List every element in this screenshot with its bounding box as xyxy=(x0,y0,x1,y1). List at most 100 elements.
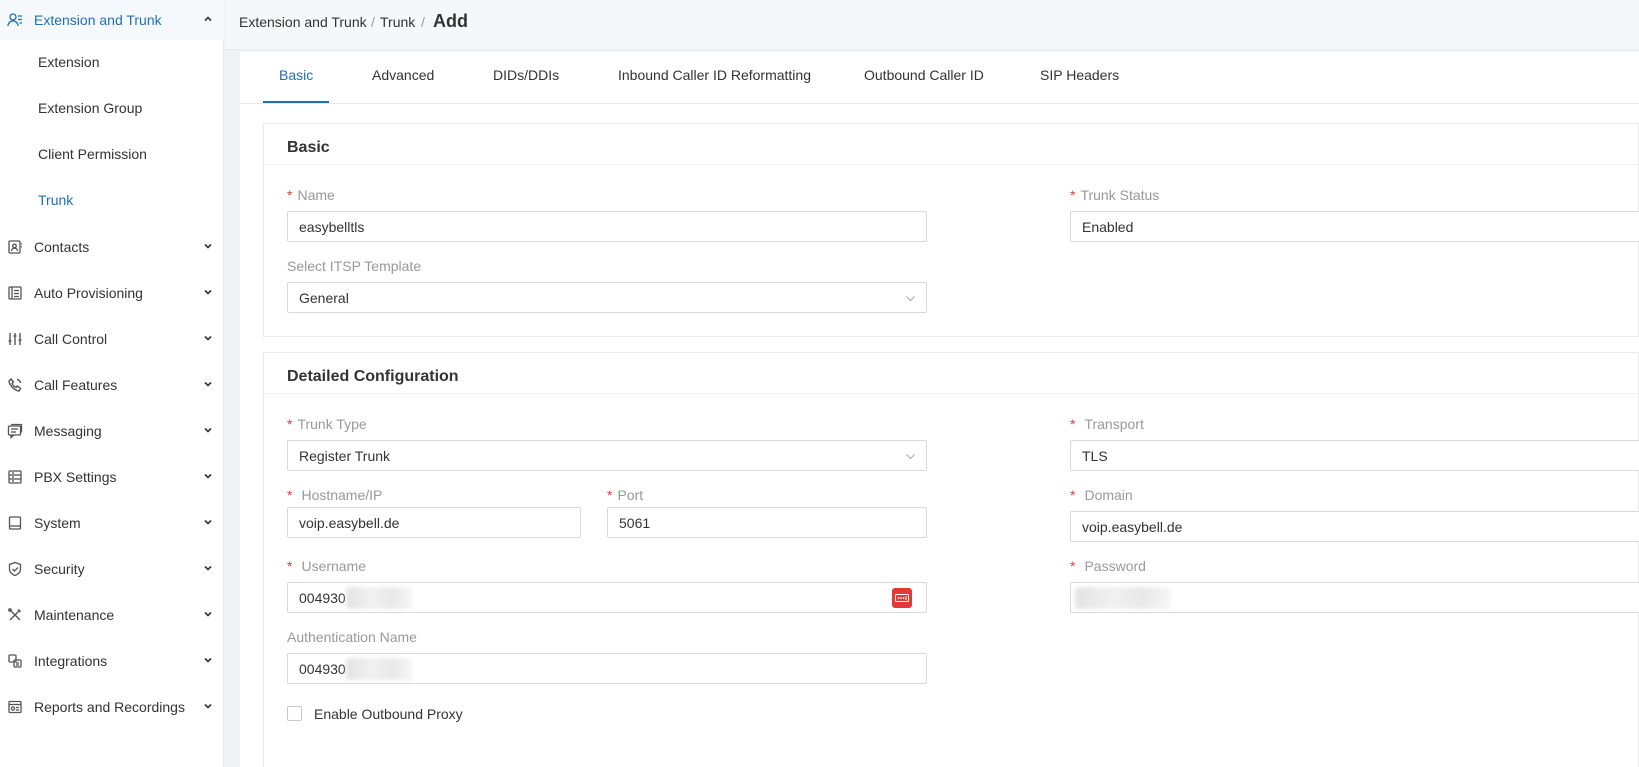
monitor-icon xyxy=(7,515,23,531)
tab-advanced[interactable]: Advanced xyxy=(372,67,434,83)
required-marker: * xyxy=(287,187,293,203)
nav-group-label: Contacts xyxy=(34,239,90,255)
integration-icon xyxy=(7,653,23,669)
transport-select[interactable]: TLS xyxy=(1070,440,1639,471)
chevron-up-icon xyxy=(203,14,213,24)
nav-group-messaging[interactable]: Messaging xyxy=(0,411,224,451)
trunk-type-label: * Trunk Type xyxy=(287,416,367,432)
chevron-down-icon xyxy=(905,293,916,304)
settings-list-icon xyxy=(7,469,23,485)
chevron-down-icon xyxy=(203,701,213,711)
sidebar-item-extension-group[interactable]: Extension Group xyxy=(0,90,224,126)
sidebar-item-label: Trunk xyxy=(38,192,74,208)
password-field[interactable] xyxy=(1070,582,1639,613)
nav-group-contacts[interactable]: Contacts xyxy=(0,227,224,267)
nav-group-integrations[interactable]: Integrations xyxy=(0,641,224,681)
username-label: * Username xyxy=(287,558,367,574)
chevron-down-icon xyxy=(203,287,213,297)
main-content: Basic Advanced DIDs/DDIs Inbound Caller … xyxy=(240,52,1639,767)
required-marker: * xyxy=(287,416,293,432)
nav-group-system[interactable]: System xyxy=(0,503,224,543)
nav-group-call-features[interactable]: Call Features xyxy=(0,365,224,405)
phone-icon xyxy=(7,377,23,393)
nav-group-label: Messaging xyxy=(34,423,102,439)
sidebar-item-extension[interactable]: Extension xyxy=(0,44,224,80)
chevron-down-icon xyxy=(203,379,213,389)
name-field[interactable]: easybelltls xyxy=(287,211,927,242)
required-marker: * xyxy=(1070,416,1076,432)
nav-group-security[interactable]: Security xyxy=(0,549,224,589)
redacted-value xyxy=(345,657,412,680)
redacted-value xyxy=(1075,586,1171,609)
nav-group-label: PBX Settings xyxy=(34,469,117,485)
sidebar-item-label: Client Permission xyxy=(38,146,147,162)
tab-basic[interactable]: Basic xyxy=(279,67,313,83)
basic-section: Basic * Name easybelltls * Trunk Status En… xyxy=(263,123,1639,337)
required-marker: * xyxy=(287,558,293,574)
nav-group-maintenance[interactable]: Maintenance xyxy=(0,595,224,635)
enable-outbound-proxy-checkbox[interactable] xyxy=(287,706,302,721)
port-field[interactable]: 5061 xyxy=(607,507,927,538)
authentication-name-field[interactable]: 004930 xyxy=(287,653,927,684)
nav-group-label: Security xyxy=(34,561,85,577)
itsp-template-select[interactable]: General xyxy=(287,282,927,313)
enable-outbound-proxy-label: Enable Outbound Proxy xyxy=(314,706,463,722)
user-list-icon xyxy=(7,12,23,28)
required-marker: * xyxy=(1070,187,1076,203)
password-manager-icon[interactable] xyxy=(892,588,912,608)
chevron-down-icon xyxy=(203,563,213,573)
sidebar: Extension and Trunk Extension Extension … xyxy=(0,0,224,767)
trunk-status-label: * Trunk Status xyxy=(1070,187,1160,203)
hostname-field[interactable]: voip.easybell.de xyxy=(287,507,581,538)
nav-group-label: Reports and Recordings xyxy=(34,699,185,715)
required-marker: * xyxy=(1070,487,1076,503)
section-title: Basic xyxy=(287,139,330,156)
itsp-template-label: Select ITSP Template xyxy=(287,258,422,274)
chevron-down-icon xyxy=(203,609,213,619)
sliders-icon xyxy=(7,331,23,347)
nav-group-extension-and-trunk[interactable]: Extension and Trunk xyxy=(0,0,224,40)
sidebar-item-label: Extension xyxy=(38,54,100,70)
port-label: * Port xyxy=(607,487,644,503)
page-title: Add xyxy=(433,11,468,31)
contacts-book-icon xyxy=(7,239,23,255)
domain-field[interactable]: voip.easybell.de xyxy=(1070,511,1639,542)
breadcrumb-separator: / xyxy=(421,14,425,30)
chevron-down-icon xyxy=(203,655,213,665)
nav-group-call-control[interactable]: Call Control xyxy=(0,319,224,359)
name-label: * Name xyxy=(287,187,335,203)
divider xyxy=(264,393,1638,394)
transport-label: * Transport xyxy=(1070,416,1144,432)
domain-label: * Domain xyxy=(1070,487,1133,503)
section-title: Detailed Configuration xyxy=(287,368,459,385)
shield-icon xyxy=(7,561,23,577)
tab-outbound-caller-id[interactable]: Outbound Caller ID xyxy=(864,67,984,83)
username-field[interactable]: 004930 xyxy=(287,582,927,613)
active-tab-indicator xyxy=(263,101,329,103)
provisioning-icon xyxy=(7,285,23,301)
nav-group-label: Call Features xyxy=(34,377,118,393)
tab-dids-ddis[interactable]: DIDs/DDIs xyxy=(493,67,559,83)
nav-group-auto-provisioning[interactable]: Auto Provisioning xyxy=(0,273,224,313)
nav-group-label: Auto Provisioning xyxy=(34,285,143,301)
sidebar-item-trunk[interactable]: Trunk xyxy=(0,182,224,218)
breadcrumb-link-trunk[interactable]: Trunk xyxy=(380,14,415,30)
tab-sip-headers[interactable]: SIP Headers xyxy=(1040,67,1119,83)
tab-inbound-caller-id-reformatting[interactable]: Inbound Caller ID Reformatting xyxy=(618,67,811,83)
required-marker: * xyxy=(1070,558,1076,574)
nav-group-pbx-settings[interactable]: PBX Settings xyxy=(0,457,224,497)
trunk-type-select[interactable]: Register Trunk xyxy=(287,440,927,471)
breadcrumb: Extension and Trunk / Trunk / Add xyxy=(225,0,1639,50)
nav-group-label: System xyxy=(34,515,81,531)
nav-group-reports-and-recordings[interactable]: Reports and Recordings xyxy=(0,687,224,727)
breadcrumb-link-extension-and-trunk[interactable]: Extension and Trunk xyxy=(239,14,367,30)
chevron-down-icon xyxy=(203,425,213,435)
breadcrumb-separator: / xyxy=(371,14,375,30)
trunk-status-select[interactable]: Enabled xyxy=(1070,211,1639,242)
chat-icon xyxy=(7,423,23,439)
hostname-label: * Hostname/IP xyxy=(287,487,383,503)
nav-group-label: Extension and Trunk xyxy=(34,12,162,28)
sidebar-item-client-permission[interactable]: Client Permission xyxy=(0,136,224,172)
tab-bar: Basic Advanced DIDs/DDIs Inbound Caller … xyxy=(240,52,1639,104)
detailed-configuration-section: Detailed Configuration * Trunk Type Regis… xyxy=(263,352,1639,767)
